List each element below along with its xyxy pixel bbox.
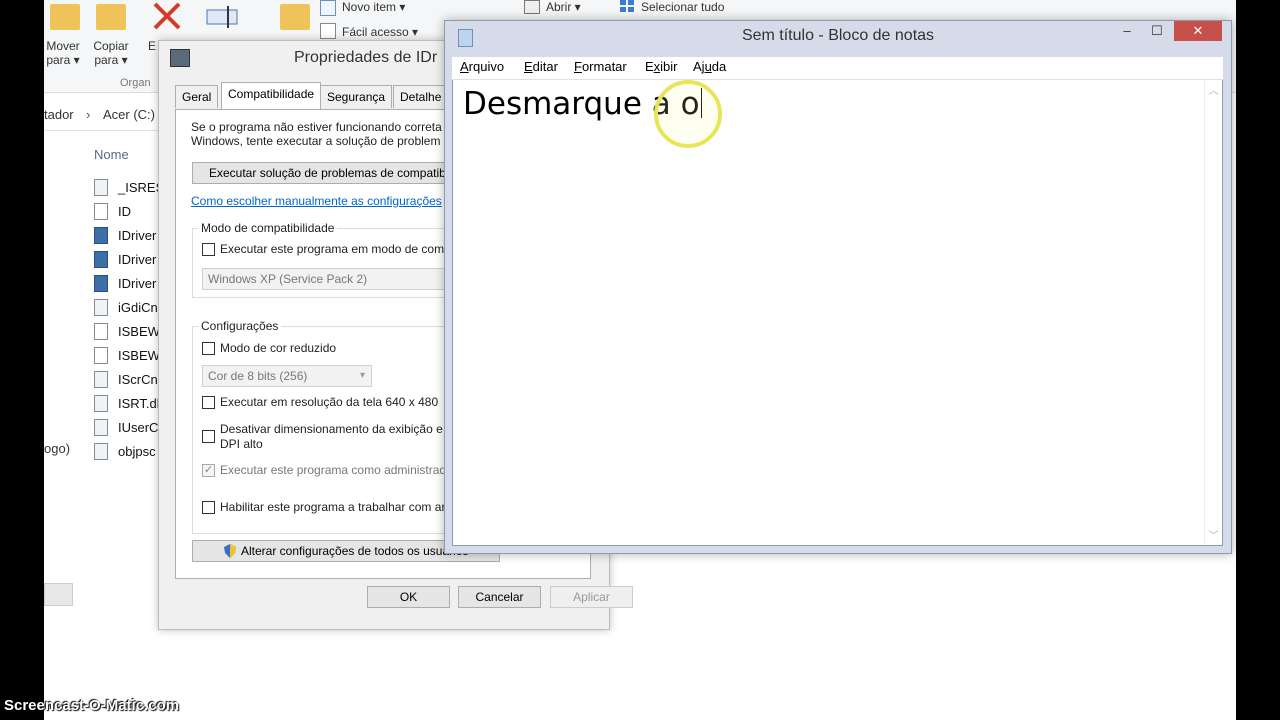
color-depth-select[interactable]: Cor de 8 bits (256) ▾	[202, 365, 372, 387]
program-icon	[170, 49, 190, 67]
mouse-highlight-ring	[654, 80, 722, 148]
exe-file-icon	[94, 251, 108, 268]
new-item-icon	[320, 0, 336, 16]
exe-file-icon	[94, 275, 108, 292]
dll-file-icon	[94, 299, 108, 316]
resolution-640-label: Executar em resolução da tela 640 x 480	[220, 395, 439, 409]
easy-access-button[interactable]: Fácil acesso ▾	[342, 25, 418, 39]
tab-general[interactable]: Geral	[175, 85, 219, 108]
disable-dpi-label-line1: Desativar dimensionamento da exibição e	[220, 422, 443, 436]
cancel-button[interactable]: Cancelar	[458, 586, 541, 608]
column-header-name[interactable]: Nome	[94, 147, 129, 162]
maximize-button[interactable]: ☐	[1143, 21, 1171, 41]
scroll-up-icon[interactable]: ︿	[1205, 82, 1222, 97]
color-depth-value: Cor de 8 bits (256)	[208, 369, 308, 383]
file-name: ISBEW	[118, 324, 160, 339]
change-all-users-label: Alterar configurações de todos os usuári…	[241, 544, 469, 558]
compat-mode-checkbox[interactable]	[202, 243, 215, 256]
breadcrumb-separator: ›	[86, 107, 91, 122]
file-name: ISBEW	[118, 348, 160, 363]
watermark-text: Screencast-O-Matic.com	[4, 697, 180, 714]
easy-access-icon	[320, 23, 336, 39]
resolution-640-checkbox[interactable]	[202, 396, 215, 409]
dll-file-icon	[94, 371, 108, 388]
intro-text-line1: Se o programa não estiver funcionando co…	[191, 120, 442, 134]
menu-view[interactable]: Exibir	[645, 59, 678, 74]
file-name: ISRT.dl	[118, 396, 160, 411]
uac-shield-icon	[223, 544, 237, 558]
reduced-color-checkbox[interactable]	[202, 342, 215, 355]
file-name: ID	[118, 204, 131, 219]
vertical-scrollbar[interactable]: ︿ ﹀	[1204, 80, 1222, 544]
file-icon	[94, 323, 108, 340]
dll-file-icon	[94, 419, 108, 436]
move-to-folder-icon	[50, 4, 80, 30]
disable-dpi-checkbox[interactable]	[202, 430, 215, 443]
compat-mode-label: Executar este programa em modo de comp	[220, 242, 451, 256]
menu-file[interactable]: Arquivo	[460, 59, 504, 74]
exe-file-icon	[94, 227, 108, 244]
file-icon	[94, 347, 108, 364]
new-item-button[interactable]: Novo item ▾	[342, 0, 405, 14]
enable-network-label: Habilitar este programa a trabalhar com …	[220, 500, 446, 514]
chevron-down-icon: ▾	[359, 370, 365, 381]
rename-icon[interactable]	[206, 4, 240, 30]
file-name: IDriver	[118, 228, 157, 243]
breadcrumb-computer[interactable]: tador	[44, 107, 74, 122]
tab-compatibility[interactable]: Compatibilidade	[221, 82, 322, 109]
copy-to-button[interactable]: Copiar para ▾	[89, 39, 133, 67]
file-name: objpsc	[118, 444, 156, 459]
delete-button-label[interactable]: E	[148, 39, 156, 53]
apply-button[interactable]: Aplicar	[550, 586, 633, 608]
disable-dpi-label-line2: DPI alto	[220, 437, 263, 451]
tab-details[interactable]: Detalhe	[393, 85, 449, 108]
breadcrumb-drive[interactable]: Acer (C:)	[103, 107, 155, 122]
enable-network-checkbox[interactable]	[202, 501, 215, 514]
close-button[interactable]: ✕	[1174, 21, 1222, 41]
scroll-down-icon[interactable]: ﹀	[1205, 527, 1222, 542]
notepad-text-area[interactable]: Desmarque a o ︿ ﹀	[452, 80, 1223, 546]
open-button[interactable]: Abrir ▾	[546, 0, 581, 14]
select-all-icon	[620, 0, 634, 13]
desktop-screen: Mover para ▾ Copiar para ▾ E Novo item ▾…	[44, 0, 1236, 720]
dll-file-icon	[94, 443, 108, 460]
dialog-title: Propriedades de IDr	[294, 49, 438, 66]
new-folder-icon[interactable]	[280, 4, 310, 30]
nav-pane-item[interactable]: ogo)	[44, 441, 70, 456]
file-name: IUserC	[118, 420, 159, 435]
notepad-menubar: Arquivo Editar Formatar Exibir Ajuda	[452, 57, 1223, 80]
run-as-admin-label: Executar este programa como administrad	[220, 463, 447, 477]
minimize-button[interactable]: –	[1113, 21, 1141, 41]
dll-file-icon	[94, 179, 108, 196]
menu-format[interactable]: Formatar	[574, 59, 627, 74]
manual-settings-link[interactable]: Como escolher manualmente as configuraçõ…	[191, 194, 442, 208]
file-name: IDriver	[118, 276, 157, 291]
notepad-window: Sem título - Bloco de notas – ☐ ✕ Arquiv…	[444, 20, 1232, 554]
organize-group-label: Organ	[120, 77, 151, 89]
reduced-color-label: Modo de cor reduzido	[220, 341, 337, 355]
select-all-button[interactable]: Selecionar tudo	[641, 0, 724, 14]
file-name: IScrCn	[118, 372, 158, 387]
tab-security[interactable]: Segurança	[320, 85, 393, 108]
ok-button[interactable]: OK	[367, 586, 450, 608]
copy-to-folder-icon	[96, 4, 126, 30]
file-name: iGdiCn	[118, 300, 158, 315]
settings-title: Configurações	[198, 319, 282, 333]
troubleshoot-button[interactable]: Executar solução de problemas de compati…	[192, 162, 452, 184]
intro-text-line2: Windows, tente executar a solução de pro…	[191, 134, 441, 148]
file-icon	[94, 203, 108, 220]
nav-pane-scroll[interactable]	[44, 583, 73, 606]
dll-file-icon	[94, 395, 108, 412]
run-as-admin-checkbox[interactable]: ✓	[202, 464, 215, 477]
delete-x-icon[interactable]	[151, 0, 183, 32]
open-icon	[524, 0, 540, 14]
file-name: IDriver	[118, 252, 157, 267]
menu-help[interactable]: Ajuda	[693, 59, 726, 74]
move-to-button[interactable]: Mover para ▾	[44, 39, 82, 67]
menu-edit[interactable]: Editar	[524, 59, 558, 74]
compat-mode-title: Modo de compatibilidade	[198, 221, 338, 235]
compat-os-select[interactable]: Windows XP (Service Pack 2)	[202, 268, 452, 290]
